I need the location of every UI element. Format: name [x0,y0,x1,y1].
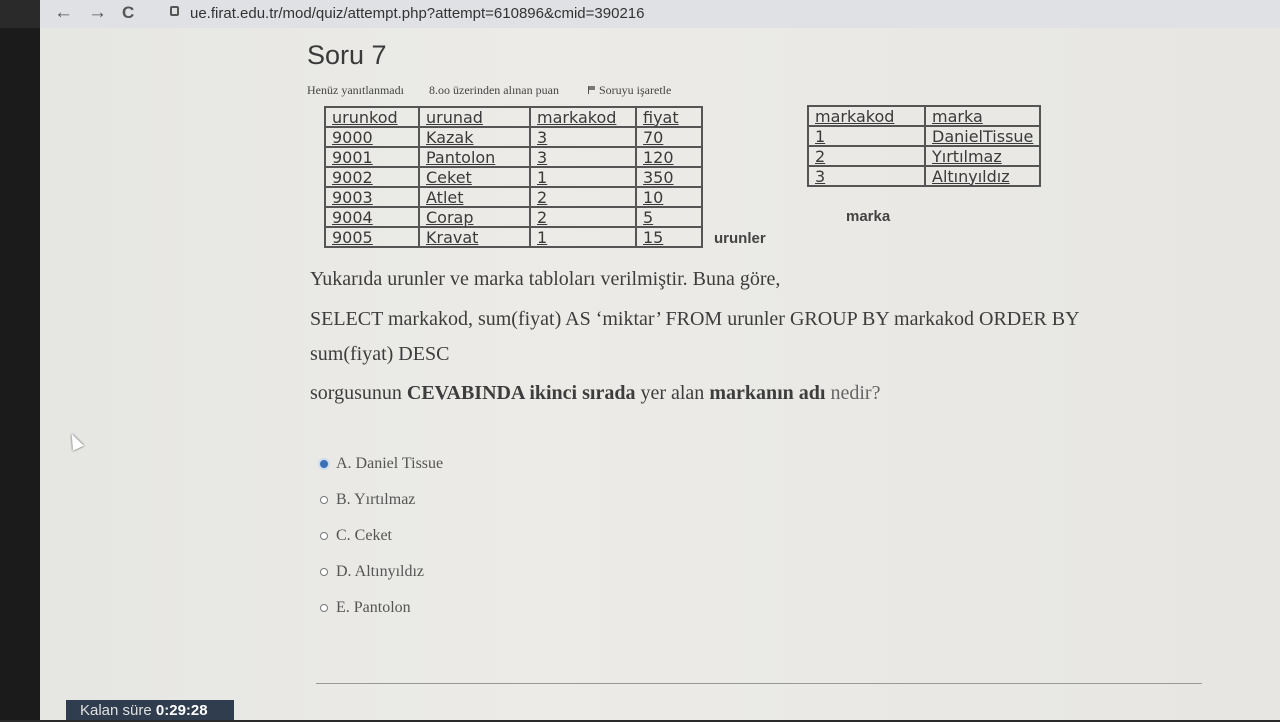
option-c[interactable]: C. Ceket [320,518,443,554]
question-intro: Yukarıda urunler ve marka tabloları veri… [310,268,781,290]
table-cell: Kazak [418,126,531,148]
option-label: D. Altınyıldız [336,563,424,580]
table-cell: 9005 [324,226,420,248]
radio-icon[interactable] [320,568,328,576]
screen-bezel [0,28,40,720]
back-arrow-icon[interactable]: ← [54,3,73,23]
question-status: Henüz yanıtlanmadı [307,83,404,97]
column-header: marka [923,105,1042,127]
table-cell: DanielTissue [923,125,1042,147]
remaining-time-badge: Kalan süre 0:29:28 [66,700,234,720]
prompt-emphasis: CEVABINDA ikinci sırada [406,382,636,404]
table-cell: 9003 [324,186,420,208]
option-b[interactable]: B. Yırtılmaz [320,482,443,518]
marka-table: markakod marka 1 DanielTissue 2 Yırtılma… [807,105,1042,187]
table-cell: 1 [529,166,637,188]
option-e[interactable]: E. Pantolon [320,590,443,626]
table-cell: Ceket [418,166,531,188]
table-cell: 3 [529,146,637,168]
column-header: markakod [807,105,926,127]
question-points: 8.oo üzerinden alınan puan [429,83,559,97]
column-header: urunkod [324,106,420,128]
lock-icon [170,6,179,16]
table-row: 9001 Pantolon 3 120 [324,146,703,168]
flag-question-label: Soruyu işaretle [599,83,672,97]
sql-query-line-2: sum(fiyat) DESC [310,343,450,365]
option-label: A. Daniel Tissue [336,455,444,472]
option-a[interactable]: A. Daniel Tissue [320,446,443,482]
table-row: 9003 Atlet 2 10 [324,186,703,208]
prompt-text: nedir? [825,382,881,404]
quiz-page: Soru 7 Henüz yanıtlanmadı 8.oo üzerinden… [40,28,1280,720]
table-row: 9004 Corap 2 5 [324,206,703,228]
reload-icon[interactable]: C [122,3,134,23]
table-header-row: markakod marka [807,105,1042,127]
table-row: 3 Altınyıldız [807,165,1042,187]
flag-question-link[interactable]: Soruyu işaretle [588,83,671,98]
table-cell: 1 [529,226,637,248]
browser-toolbar: ← → C ue.firat.edu.tr/mod/quiz/attempt.p… [40,0,1280,28]
column-header: fiyat [635,106,703,128]
table-header-row: urunkod urunad markakod fiyat [324,106,703,128]
prompt-emphasis: markanın adı [709,382,826,404]
table-cell: 15 [635,226,703,248]
divider [316,683,1202,684]
radio-icon[interactable] [320,496,328,504]
forward-arrow-icon[interactable]: → [88,3,107,23]
table-row: 9002 Ceket 1 350 [324,166,703,188]
sql-query-line-1: SELECT markakod, sum(fiyat) AS ‘miktar’ … [310,308,1080,330]
table-cell: 2 [807,145,926,167]
answer-options: A. Daniel Tissue B. Yırtılmaz C. Ceket D… [320,446,443,626]
urunler-table-label: urunler [714,230,766,247]
table-cell: 1 [807,125,926,147]
urunler-table: urunkod urunad markakod fiyat 9000 Kazak… [324,106,703,248]
option-label: B. Yırtılmaz [336,491,416,508]
radio-icon[interactable] [320,604,328,612]
table-cell: 9001 [324,146,420,168]
table-cell: 2 [529,186,637,208]
marka-table-label: marka [846,208,891,225]
table-cell: 120 [635,146,703,168]
option-d[interactable]: D. Altınyıldız [320,554,443,590]
table-cell: 9002 [324,166,420,188]
table-row: 2 Yırtılmaz [807,145,1042,167]
table-cell: Kravat [418,226,531,248]
table-cell: Corap [418,206,531,228]
table-cell: 10 [635,186,703,208]
table-cell: 5 [635,206,703,228]
radio-selected-icon[interactable] [320,460,328,468]
table-cell: Altınyıldız [923,165,1042,187]
question-title: Soru 7 [307,40,387,70]
timer-value: 0:29:28 [155,702,208,719]
column-header: markakod [529,106,637,128]
table-cell: Pantolon [418,146,531,168]
table-cell: 3 [529,126,637,148]
prompt-text: yer alan [635,382,710,404]
table-cell: 9000 [324,126,420,148]
address-bar[interactable]: ue.firat.edu.tr/mod/quiz/attempt.php?att… [190,5,644,22]
table-row: 9005 Kravat 1 15 [324,226,703,248]
option-label: E. Pantolon [336,599,411,616]
table-cell: 3 [807,165,926,187]
table-cell: 2 [529,206,637,228]
question-prompt: sorgusunun CEVABINDA ikinci sırada yer a… [310,382,880,405]
flag-icon [588,86,596,94]
table-cell: Atlet [418,186,531,208]
table-cell: 70 [635,126,703,148]
table-row: 1 DanielTissue [807,125,1042,147]
table-cell: 9004 [324,206,420,228]
table-cell: Yırtılmaz [923,145,1042,167]
table-row: 9000 Kazak 3 70 [324,126,703,148]
prompt-text: sorgusunun [310,382,407,404]
radio-icon[interactable] [320,532,328,540]
option-label: C. Ceket [336,527,392,544]
column-header: urunad [418,106,531,128]
table-cell: 350 [635,166,703,188]
timer-label: Kalan süre [80,702,156,719]
